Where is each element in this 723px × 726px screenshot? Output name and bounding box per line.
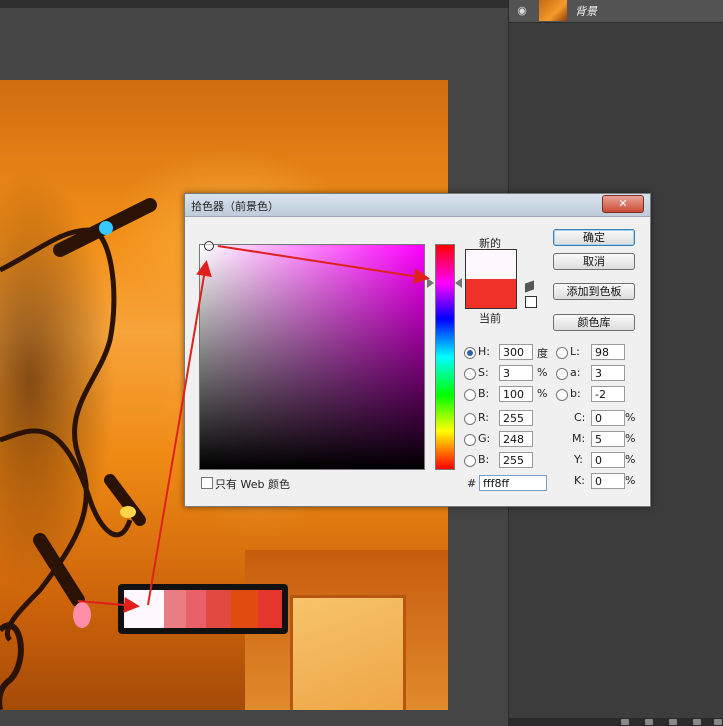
c-input[interactable]: 0 [591, 410, 625, 426]
g-input[interactable]: 248 [499, 431, 533, 447]
mask-icon[interactable] [669, 719, 677, 725]
l-input[interactable]: 98 [591, 344, 625, 360]
b-label: B: [478, 387, 490, 400]
m-unit: % [625, 432, 636, 445]
hue-slider[interactable] [435, 244, 455, 470]
k-unit: % [625, 474, 636, 487]
a-radio[interactable] [556, 368, 568, 380]
s-unit: % [537, 366, 548, 379]
h-label: H: [478, 345, 490, 358]
lab-b-label: b: [570, 387, 581, 400]
y-input[interactable]: 0 [591, 452, 625, 468]
color-field-marker[interactable] [204, 241, 214, 251]
r-label: R: [478, 411, 490, 424]
fx-icon[interactable] [645, 719, 653, 725]
layer-thumbnail [539, 0, 567, 21]
g-radio[interactable] [464, 434, 476, 446]
s-label: S: [478, 366, 489, 379]
blue-radio[interactable] [464, 455, 476, 467]
l-label: L: [570, 345, 580, 358]
lab-b-radio[interactable] [556, 389, 568, 401]
add-to-swatches-button[interactable]: 添加到色板 [553, 283, 635, 300]
swatch-3 [186, 590, 206, 628]
websafe-color-icon[interactable] [525, 296, 537, 308]
hex-input[interactable]: fff8ff [479, 475, 547, 491]
current-color-label: 当前 [479, 312, 501, 325]
cancel-button[interactable]: 取消 [553, 253, 635, 270]
h-unit: 度 [537, 347, 548, 360]
hue-slider-handle-left[interactable] [427, 278, 434, 288]
color-field-gradient[interactable] [200, 245, 424, 469]
s-radio[interactable] [464, 368, 476, 380]
r-input[interactable]: 255 [499, 410, 533, 426]
swatch-strip [118, 584, 288, 634]
swatch-1 [124, 590, 164, 628]
b-input[interactable]: 100 [499, 386, 533, 402]
blue-label: B: [478, 453, 490, 466]
h-radio[interactable] [464, 347, 476, 359]
hex-hash-label: # [467, 477, 477, 490]
g-label: G: [478, 432, 491, 445]
b-radio[interactable] [464, 389, 476, 401]
swatch-5 [231, 590, 258, 628]
swatch-4 [206, 590, 231, 628]
l-radio[interactable] [556, 347, 568, 359]
current-color-swatch[interactable] [466, 279, 516, 308]
hue-slider-handle-right[interactable] [455, 278, 462, 288]
s-input[interactable]: 3 [499, 365, 533, 381]
k-label: K: [574, 474, 585, 487]
k-input[interactable]: 0 [591, 473, 625, 489]
swatch-2 [164, 590, 186, 628]
y-label: Y: [574, 453, 583, 466]
c-label: C: [574, 411, 586, 424]
blue-input[interactable]: 255 [499, 452, 533, 468]
ok-button[interactable]: 确定 [553, 229, 635, 246]
layer-row-background[interactable]: ◉ 背景 [509, 0, 723, 23]
a-label: a: [570, 366, 581, 379]
color-libraries-button[interactable]: 颜色库 [553, 314, 635, 331]
dialog-title: 拾色器（前景色） [191, 200, 279, 213]
layers-bottom-toolbar [509, 718, 723, 726]
swatch-6 [258, 590, 282, 628]
y-unit: % [625, 453, 636, 466]
out-of-gamut-cube-icon[interactable] [525, 280, 534, 293]
m-label: M: [572, 432, 586, 445]
r-radio[interactable] [464, 413, 476, 425]
lab-b-input[interactable]: -2 [591, 386, 625, 402]
web-colors-only-checkbox[interactable] [201, 477, 213, 489]
color-preview [465, 249, 517, 309]
c-unit: % [625, 411, 636, 424]
adjustment-icon[interactable] [693, 719, 701, 725]
link-icon[interactable] [621, 719, 629, 725]
saturation-brightness-field[interactable] [199, 241, 425, 470]
folder-icon[interactable] [714, 719, 722, 725]
web-colors-only-label: 只有 Web 颜色 [215, 478, 290, 491]
h-input[interactable]: 300 [499, 344, 533, 360]
a-input[interactable]: 3 [591, 365, 625, 381]
dialog-titlebar[interactable]: 拾色器（前景色） ✕ [185, 194, 650, 217]
new-color-swatch [466, 250, 516, 279]
options-bar-edge [0, 0, 508, 8]
m-input[interactable]: 5 [591, 431, 625, 447]
layer-name: 背景 [575, 5, 597, 18]
close-button[interactable]: ✕ [602, 195, 644, 213]
b-unit: % [537, 387, 548, 400]
eye-icon[interactable]: ◉ [515, 4, 529, 18]
color-picker-dialog: 拾色器（前景色） ✕ 新的 当前 确定 取消 添加到色板 颜色库 H: 300 … [184, 193, 651, 507]
